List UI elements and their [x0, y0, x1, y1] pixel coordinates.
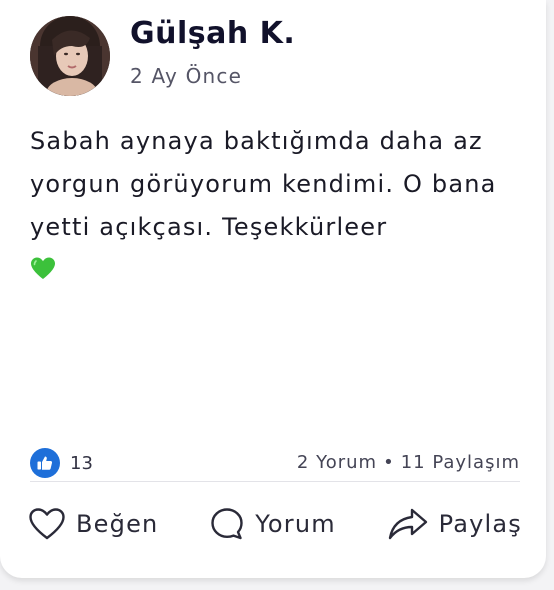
engagement-stats: 2 Yorum • 11 Paylaşım	[297, 452, 520, 473]
share-button[interactable]: Paylaş	[387, 506, 522, 542]
comment-label: Yorum	[255, 510, 336, 538]
divider	[30, 481, 520, 482]
share-arrow-icon	[387, 506, 429, 542]
post-body: Sabah aynaya baktığımda daha az yorgun g…	[30, 120, 530, 292]
reaction-summary[interactable]: 13	[30, 448, 93, 478]
comment-count[interactable]: 2 Yorum	[297, 452, 377, 473]
like-label: Beğen	[76, 510, 159, 538]
avatar-photo	[30, 16, 110, 96]
post-text: Sabah aynaya baktığımda daha az yorgun g…	[30, 127, 497, 241]
like-count: 13	[70, 452, 93, 474]
like-button[interactable]: Beğen	[28, 507, 158, 541]
share-count[interactable]: 11 Paylaşım	[401, 452, 520, 473]
review-card: Gülşah K. 2 Ay Önce Sabah aynaya baktığı…	[0, 0, 546, 578]
action-bar: Beğen Yorum Paylaş	[28, 506, 522, 542]
comment-bubble-icon	[209, 506, 245, 542]
heart-outline-icon	[28, 507, 66, 541]
thumbs-up-icon	[30, 448, 60, 478]
avatar[interactable]	[30, 16, 110, 96]
share-label: Paylaş	[438, 510, 522, 538]
author-name[interactable]: Gülşah K.	[130, 16, 295, 51]
green-heart-icon	[30, 253, 56, 279]
separator: •	[383, 452, 395, 473]
post-time: 2 Ay Önce	[130, 64, 243, 88]
comment-button[interactable]: Yorum	[209, 506, 336, 542]
